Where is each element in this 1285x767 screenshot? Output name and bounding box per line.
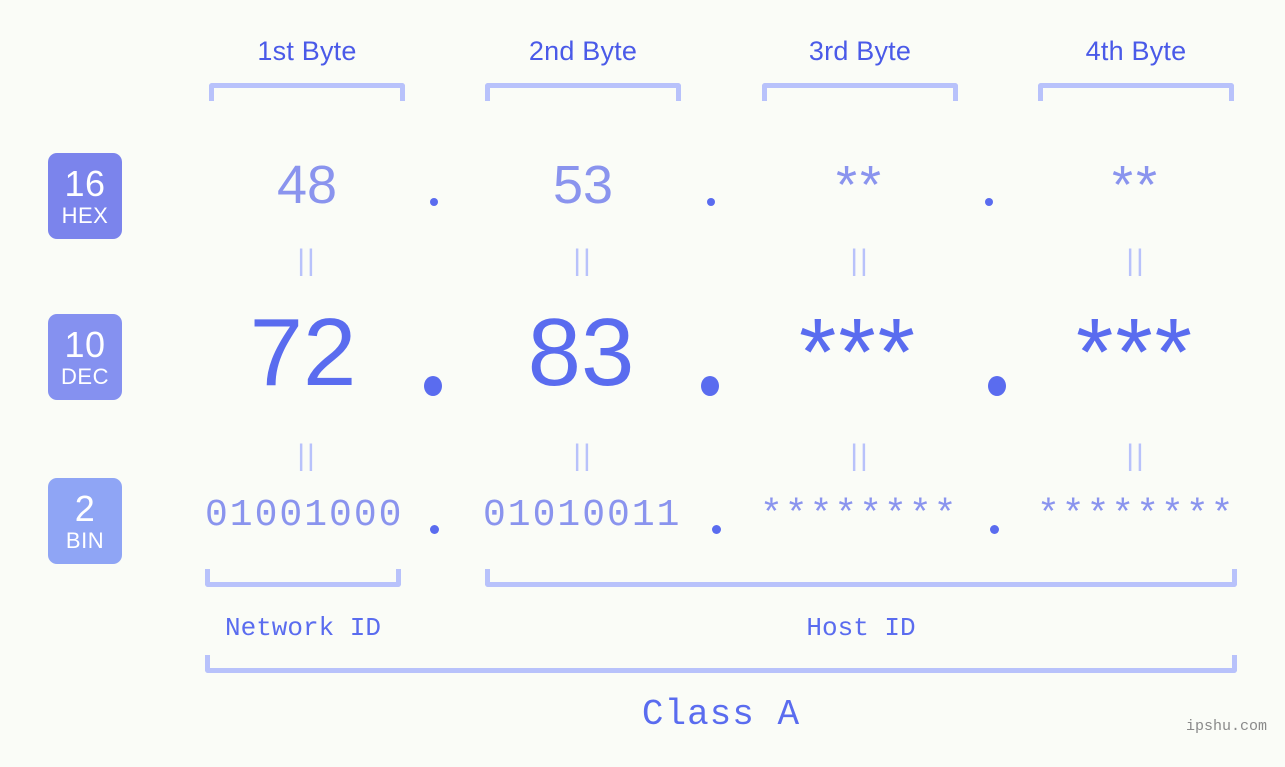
byte-bracket-3 (762, 83, 958, 101)
class-label: Class A (641, 694, 801, 735)
hex-value-byte-3: ** (835, 155, 885, 215)
bin-value-byte-4: ******** (1037, 494, 1236, 537)
byte-header-2: 2nd Byte (528, 36, 638, 66)
ip-address-breakdown-diagram: 1st Byte 2nd Byte 3rd Byte 4th Byte 16 H… (0, 0, 1285, 767)
base-badge-hex: 16 HEX (48, 153, 122, 239)
equivalence-mark-hex-dec-1: || (297, 244, 317, 277)
equivalence-mark-dec-bin-2: || (573, 439, 593, 472)
hex-separator-dot-1 (430, 198, 438, 206)
bin-separator-dot-1 (430, 525, 439, 534)
equivalence-mark-hex-dec-2: || (573, 244, 593, 277)
hex-value-byte-1: 48 (276, 155, 338, 215)
hex-separator-dot-3 (985, 198, 993, 206)
bin-value-byte-1: 01001000 (205, 494, 404, 537)
equivalence-mark-hex-dec-4: || (1126, 244, 1146, 277)
network-id-bracket (205, 569, 401, 587)
hex-value-byte-2: 53 (552, 155, 614, 215)
hex-value-byte-4: ** (1111, 155, 1161, 215)
base-badge-dec: 10 DEC (48, 314, 122, 400)
dec-separator-dot-2 (701, 376, 719, 396)
byte-header-4: 4th Byte (1085, 36, 1187, 66)
base-badge-bin-abbr: BIN (65, 527, 105, 553)
dec-value-byte-1: 72 (249, 299, 357, 406)
host-id-bracket (485, 569, 1237, 587)
base-badge-hex-abbr: HEX (61, 202, 109, 228)
site-watermark: ipshu.com (1186, 718, 1268, 735)
base-badge-bin: 2 BIN (48, 478, 122, 564)
base-badge-hex-number: 16 (64, 162, 106, 204)
hex-separator-dot-2 (707, 198, 715, 206)
equivalence-mark-hex-dec-3: || (850, 244, 870, 277)
bin-value-byte-2: 01010011 (483, 494, 682, 537)
base-badge-dec-number: 10 (64, 323, 106, 365)
byte-header-1: 1st Byte (257, 36, 357, 66)
byte-header-3: 3rd Byte (808, 36, 912, 66)
byte-bracket-2 (485, 83, 681, 101)
bin-separator-dot-2 (712, 525, 721, 534)
class-bracket (205, 655, 1237, 673)
dec-separator-dot-1 (424, 376, 442, 396)
bin-separator-dot-3 (990, 525, 999, 534)
byte-bracket-4 (1038, 83, 1234, 101)
dec-value-byte-3: *** (798, 299, 918, 406)
byte-bracket-1 (209, 83, 405, 101)
equivalence-mark-dec-bin-4: || (1126, 439, 1146, 472)
equivalence-mark-dec-bin-3: || (850, 439, 870, 472)
base-badge-dec-abbr: DEC (61, 363, 109, 389)
base-badge-bin-number: 2 (74, 487, 96, 529)
host-id-label: Host ID (806, 613, 916, 643)
network-id-label: Network ID (224, 613, 382, 643)
dec-value-byte-4: *** (1075, 299, 1195, 406)
equivalence-mark-dec-bin-1: || (297, 439, 317, 472)
dec-value-byte-2: 83 (527, 299, 635, 406)
dec-separator-dot-3 (988, 376, 1006, 396)
bin-value-byte-3: ******** (760, 494, 959, 537)
